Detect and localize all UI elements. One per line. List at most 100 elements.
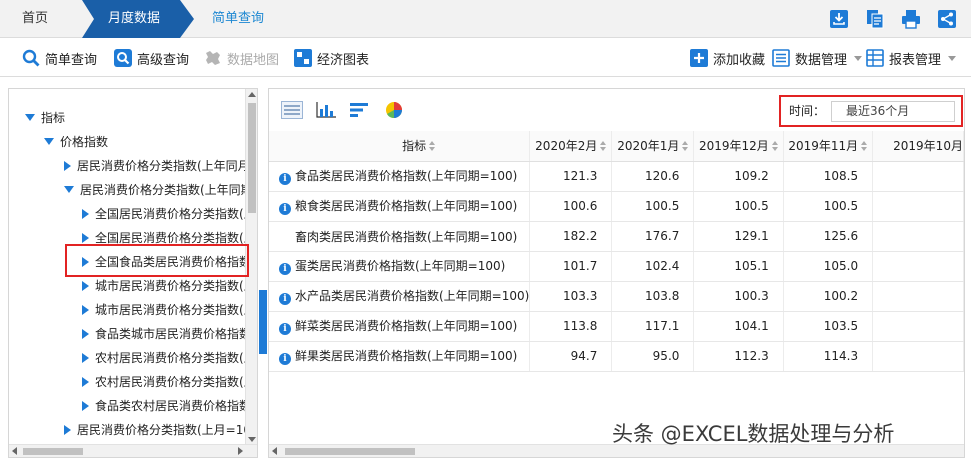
advanced-query-button[interactable]: 高级查询 — [114, 39, 189, 77]
breadcrumb-simple-query[interactable]: 简单查询 — [212, 0, 264, 38]
tree-node[interactable]: 农村居民消费价格分类指数(上年同期=100) — [82, 371, 245, 393]
tree-node-root[interactable]: 指标 — [25, 107, 245, 129]
download-icon[interactable] — [829, 9, 849, 29]
view-switcher — [281, 101, 405, 119]
print-icon[interactable] — [901, 9, 921, 29]
tree-node-price-index[interactable]: 价格指数 — [44, 131, 244, 153]
info-icon[interactable]: i — [279, 323, 291, 335]
info-icon[interactable]: i — [279, 353, 291, 365]
data-panel: 时间： 最近36个月 指标 2020年2月 2020年1月 2019年12月 2… — [268, 88, 965, 458]
tree-node[interactable]: 农村居民消费价格分类指数(上年同月=100) — [82, 347, 245, 369]
info-icon[interactable]: i — [279, 293, 291, 305]
copy-icon[interactable] — [865, 9, 885, 29]
panel-splitter-handle[interactable] — [259, 290, 267, 354]
column-header[interactable]: 2020年2月 — [529, 131, 613, 162]
collapsed-arrow-icon — [82, 377, 89, 387]
value-cell: 100.5 — [693, 191, 784, 222]
chart-grid-icon — [294, 49, 312, 67]
sort-icon[interactable] — [771, 141, 779, 152]
table-row[interactable]: i 鲜果类居民消费价格指数(上年同期=100) 94.7 95.0 112.3 114.3 — [269, 341, 964, 372]
column-header[interactable]: 2020年1月 — [611, 131, 695, 162]
tree-node[interactable]: 居民消费价格分类指数(上年同期=100) — [64, 179, 245, 201]
breadcrumb-bar: 首页 月度数据 简单查询 — [0, 0, 971, 38]
add-favorite-label: 添加收藏 — [713, 52, 766, 68]
tree-node-label: 全国居民消费价格分类指数(上年同月=100) — [95, 207, 245, 221]
scroll-left-icon[interactable] — [272, 447, 277, 455]
tree-node[interactable]: 居民消费价格分类指数(上月=100) — [64, 419, 245, 441]
selected-node-highlight — [65, 244, 249, 277]
sort-icon[interactable] — [682, 141, 689, 152]
tree-horizontal-scrollbar[interactable] — [9, 444, 257, 457]
column-header-label: 2019年12月 — [698, 139, 769, 154]
value-cell: 103.5 — [783, 311, 874, 342]
advanced-search-icon — [114, 49, 132, 67]
sort-icon[interactable] — [600, 141, 607, 152]
collapsed-arrow-icon — [82, 401, 89, 411]
table-row[interactable]: i 粮食类居民消费价格指数(上年同期=100) 100.6 100.5 100.5 100… — [269, 191, 964, 222]
indicator-name: 蛋类居民消费价格指数(上年同期=100) — [295, 259, 506, 273]
value-cell — [872, 221, 964, 252]
value-cell: 114.3 — [783, 341, 874, 372]
sort-icon[interactable] — [861, 141, 868, 152]
tree-node[interactable]: 城市居民消费价格分类指数(上年同月=100) — [82, 275, 245, 297]
add-favorite-button[interactable]: 添加收藏 — [690, 39, 765, 77]
tree-node[interactable]: 食品类农村居民消费价格指数(上年同期=100) — [82, 395, 245, 417]
column-header-indicator[interactable]: 指标 — [269, 131, 531, 162]
top-action-icons — [829, 9, 957, 29]
info-icon[interactable]: i — [279, 203, 291, 215]
tree-node[interactable]: 居民消费价格分类指数(上年同月=100) — [64, 155, 245, 177]
expanded-arrow-icon — [64, 186, 74, 193]
table-row[interactable]: i 水产品类居民消费价格指数(上年同期=100) 103.3 103.8 100.3 10… — [269, 281, 964, 312]
report-manage-menu[interactable]: 报表管理 — [866, 39, 957, 77]
indicator-name: 畜肉类居民消费价格指数(上年同期=100) — [295, 229, 518, 244]
column-header-label: 指标 — [402, 139, 427, 154]
econ-chart-button[interactable]: 经济图表 — [294, 39, 369, 77]
data-table: 指标 2020年2月 2020年1月 2019年12月 2019年11月 201… — [269, 131, 964, 372]
tree-node-label: 城市居民消费价格分类指数(上年同期=100) — [95, 303, 245, 317]
pie-chart-icon[interactable] — [383, 101, 405, 119]
collapsed-arrow-icon — [64, 425, 71, 435]
tree-node[interactable]: 全国居民消费价格分类指数(上年同月=100) — [82, 203, 245, 225]
info-icon[interactable]: i — [279, 173, 291, 185]
table-row[interactable]: i 鲜菜类居民消费价格指数(上年同期=100) 113.8 117.1 104.1 103… — [269, 311, 964, 342]
breadcrumb-home[interactable]: 首页 — [0, 0, 92, 38]
table-row[interactable]: i 食品类居民消费价格指数(上年同期=100) 121.3 120.6 109.2 108… — [269, 161, 964, 192]
table-row[interactable]: i 蛋类居民消费价格指数(上年同期=100) 101.7 102.4 105.1 105.… — [269, 251, 964, 282]
data-map-button[interactable]: 数据地图 — [204, 39, 279, 77]
value-cell: 120.6 — [611, 161, 695, 192]
value-cell: 108.5 — [783, 161, 874, 192]
scroll-left-icon[interactable] — [12, 447, 17, 455]
share-icon[interactable] — [937, 9, 957, 29]
column-header[interactable]: 2019年12月 — [693, 131, 784, 162]
value-cell: 103.8 — [611, 281, 695, 312]
column-header[interactable]: 2019年11月 — [783, 131, 874, 162]
breadcrumb-monthly[interactable]: 月度数据 — [82, 0, 194, 38]
indicator-cell: i 鲜果类居民消费价格指数(上年同期=100) — [269, 341, 531, 372]
tree-node-label: 居民消费价格分类指数(上月=100) — [77, 423, 245, 437]
scroll-right-icon[interactable] — [238, 447, 243, 455]
bar-chart-icon[interactable] — [315, 101, 337, 119]
time-label: 时间： — [789, 104, 826, 118]
scroll-up-icon[interactable] — [248, 92, 256, 97]
indicator-cell: i 粮食类居民消费价格指数(上年同期=100) — [269, 191, 531, 222]
table-row[interactable]: 畜肉类居民消费价格指数(上年同期=100) 182.2 176.7 129.1 125.… — [269, 221, 964, 252]
scroll-thumb[interactable] — [23, 448, 83, 455]
info-icon[interactable]: i — [279, 263, 291, 275]
horizontal-bar-icon[interactable] — [349, 101, 371, 119]
tree-node[interactable]: 城市居民消费价格分类指数(上年同期=100) — [82, 299, 245, 321]
sort-icon[interactable] — [429, 141, 436, 152]
value-cell: 125.6 — [783, 221, 874, 252]
collapsed-arrow-icon — [82, 209, 89, 219]
table-view-icon[interactable] — [281, 101, 303, 119]
column-header[interactable]: 2019年10月 — [872, 131, 964, 162]
table-icon — [866, 49, 884, 67]
tree-node-label: 居民消费价格分类指数(上年同月=100) — [77, 159, 245, 173]
tree-node[interactable]: 食品类城市居民消费价格指数(上年同期=100) — [82, 323, 245, 345]
scroll-thumb[interactable] — [285, 448, 415, 455]
scroll-thumb[interactable] — [248, 103, 256, 213]
data-manage-menu[interactable]: 数据管理 — [772, 39, 863, 77]
simple-query-button[interactable]: 简单查询 — [22, 39, 97, 77]
value-cell: 105.0 — [783, 251, 874, 282]
scroll-down-icon[interactable] — [248, 437, 256, 442]
time-range-select[interactable]: 最近36个月 — [831, 101, 955, 122]
